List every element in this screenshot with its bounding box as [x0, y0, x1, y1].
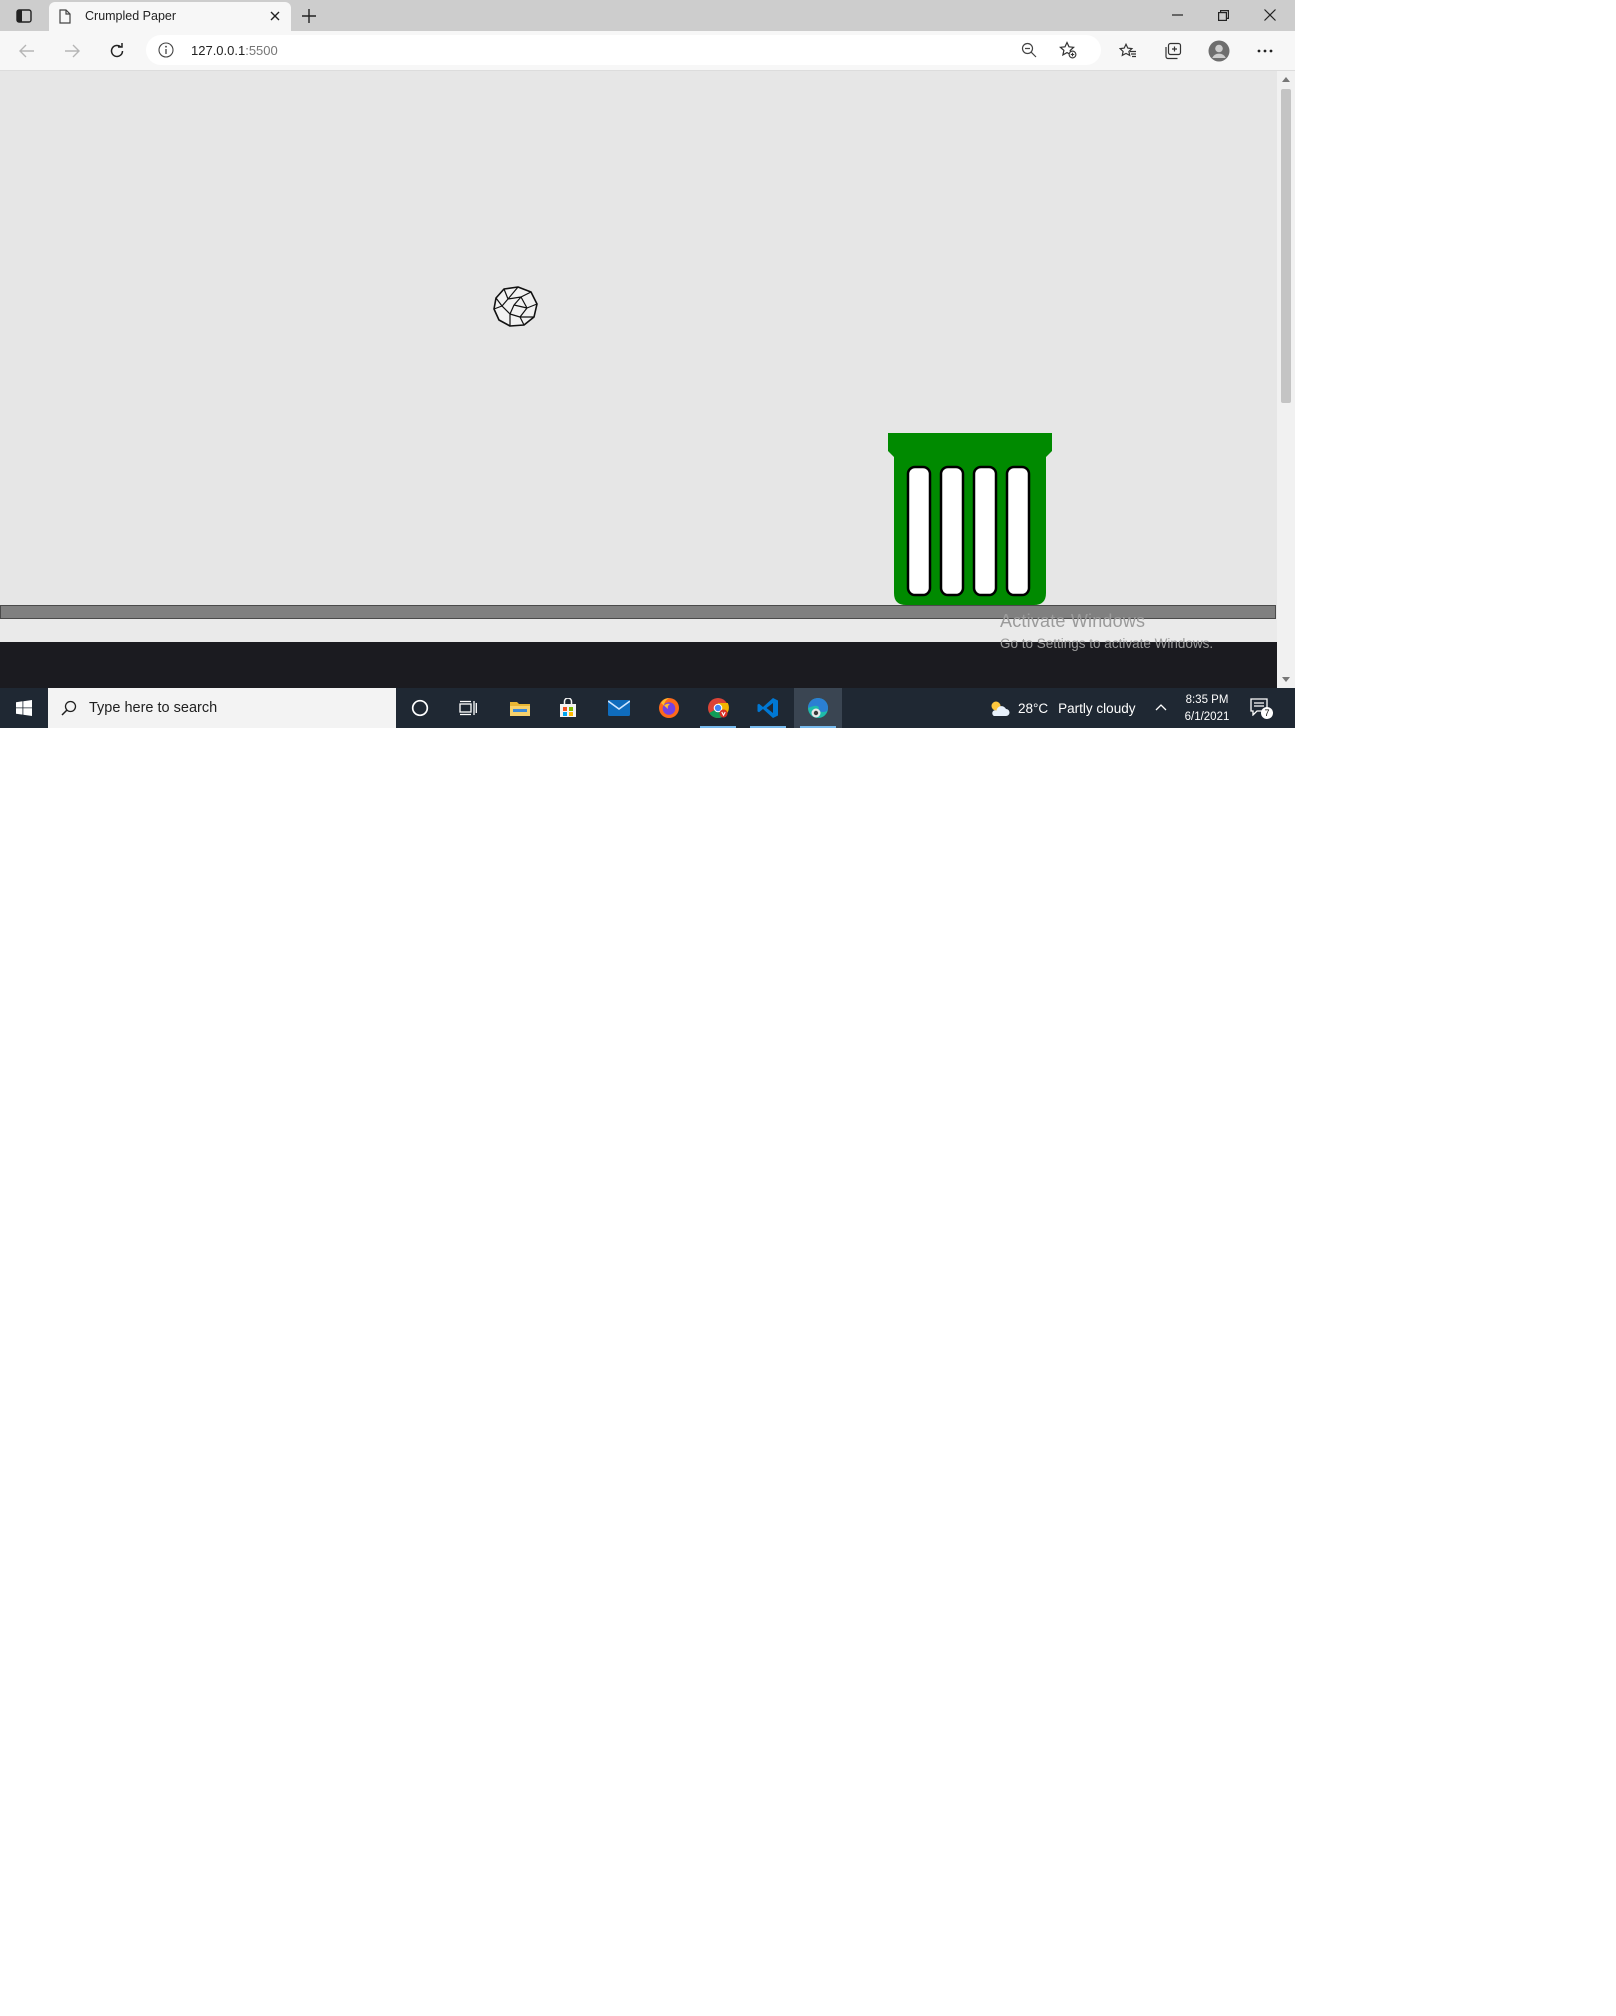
taskbar-search-box[interactable]: Type here to search	[48, 688, 396, 728]
vscode-icon	[757, 698, 778, 718]
profile-icon	[1208, 40, 1230, 62]
crumpled-paper-ball[interactable]	[490, 284, 540, 330]
vertical-scrollbar[interactable]	[1277, 71, 1295, 688]
back-icon	[19, 44, 34, 58]
page-viewport	[0, 71, 1277, 642]
edge-icon	[808, 698, 828, 718]
vscode-button[interactable]	[744, 688, 792, 728]
clock-time: 8:35 PM	[1185, 694, 1229, 706]
chrome-icon	[708, 698, 729, 719]
firefox-icon	[659, 698, 679, 718]
close-window-button[interactable]	[1247, 0, 1293, 30]
edge-button[interactable]	[794, 688, 842, 728]
chrome-button[interactable]	[694, 688, 742, 728]
scrollbar-thumb[interactable]	[1281, 89, 1291, 403]
notification-count-badge: 7	[1261, 707, 1273, 719]
scroll-up-arrow[interactable]	[1282, 77, 1290, 82]
watermark-title: Activate Windows	[1000, 611, 1146, 631]
cortana-button[interactable]	[396, 688, 444, 728]
refresh-button[interactable]	[102, 37, 132, 65]
back-button[interactable]	[12, 37, 42, 65]
clock-date: 6/1/2021	[1184, 711, 1230, 723]
chevron-up-icon[interactable]	[1154, 700, 1168, 714]
taskbar: Type here to search 28°C Partly cloudy 8…	[0, 688, 1295, 728]
activate-windows-watermark: Activate Windows Go to Settings to activ…	[1000, 611, 1213, 651]
file-explorer-button[interactable]	[496, 688, 544, 728]
store-button[interactable]	[544, 688, 592, 728]
more-button[interactable]	[1250, 37, 1280, 65]
tab-close-button[interactable]	[267, 8, 283, 24]
close-icon	[1264, 9, 1276, 21]
forward-icon	[65, 44, 80, 58]
tab-strip: Crumpled Paper	[0, 0, 1295, 31]
collections-button[interactable]	[1158, 37, 1188, 65]
minimize-icon	[1171, 14, 1183, 16]
file-explorer-icon	[510, 702, 530, 716]
add-favorite-icon[interactable]	[1059, 41, 1077, 59]
weather-widget[interactable]: 28°C Partly cloudy	[988, 688, 1135, 728]
weather-temperature: 28°C	[1018, 700, 1049, 716]
url-port: :5500	[245, 43, 278, 58]
chrome-open-indicator	[700, 726, 736, 728]
cortana-icon	[411, 699, 429, 717]
tab-title: Crumpled Paper	[85, 9, 177, 23]
refresh-icon	[110, 43, 124, 58]
active-tab[interactable]: Crumpled Paper	[49, 2, 291, 31]
new-tab-button[interactable]	[298, 5, 320, 27]
mail-button[interactable]	[595, 688, 643, 728]
zoom-out-icon[interactable]	[1021, 42, 1037, 58]
tab-actions-button[interactable]	[4, 4, 44, 28]
trash-bin[interactable]	[888, 433, 1052, 605]
address-bar[interactable]: 127.0.0.1:5500	[146, 35, 1101, 65]
forward-button[interactable]	[57, 37, 87, 65]
restore-button[interactable]	[1200, 0, 1246, 30]
firefox-button[interactable]	[645, 688, 693, 728]
weather-condition: Partly cloudy	[1058, 700, 1136, 716]
close-icon	[270, 11, 280, 21]
minimize-button[interactable]	[1154, 0, 1200, 30]
task-view-button[interactable]	[444, 688, 492, 728]
scroll-down-arrow[interactable]	[1282, 677, 1290, 682]
restore-icon	[1217, 9, 1229, 21]
info-icon[interactable]	[158, 42, 174, 58]
store-icon	[560, 698, 576, 717]
profile-button[interactable]	[1204, 37, 1234, 65]
start-button[interactable]	[0, 688, 48, 728]
windows-logo-icon	[16, 700, 32, 716]
task-view-icon	[459, 700, 477, 716]
favorites-icon	[1119, 43, 1136, 58]
more-icon	[1257, 49, 1273, 53]
page-icon	[59, 9, 71, 24]
favorites-button[interactable]	[1113, 37, 1143, 65]
vscode-open-indicator	[750, 726, 786, 728]
url-text: 127.0.0.1:5500	[191, 43, 278, 58]
search-placeholder: Type here to search	[89, 700, 218, 716]
collections-icon	[1165, 42, 1182, 60]
system-clock[interactable]: 8:35 PM 6/1/2021	[1176, 692, 1238, 726]
mail-icon	[608, 700, 630, 716]
search-icon	[61, 700, 77, 716]
edge-open-indicator	[800, 726, 836, 728]
watermark-subtitle: Go to Settings to activate Windows.	[1000, 636, 1214, 651]
notification-center-button[interactable]: 7	[1250, 698, 1273, 721]
weather-icon	[991, 701, 1010, 716]
plus-icon	[302, 9, 316, 23]
browser-toolbar: 127.0.0.1:5500	[0, 31, 1295, 71]
screen: Crumpled Paper 127.0.0.1:5500 Activate W…	[0, 0, 1295, 728]
tab-actions-icon	[16, 9, 32, 23]
url-host: 127.0.0.1	[191, 43, 246, 58]
